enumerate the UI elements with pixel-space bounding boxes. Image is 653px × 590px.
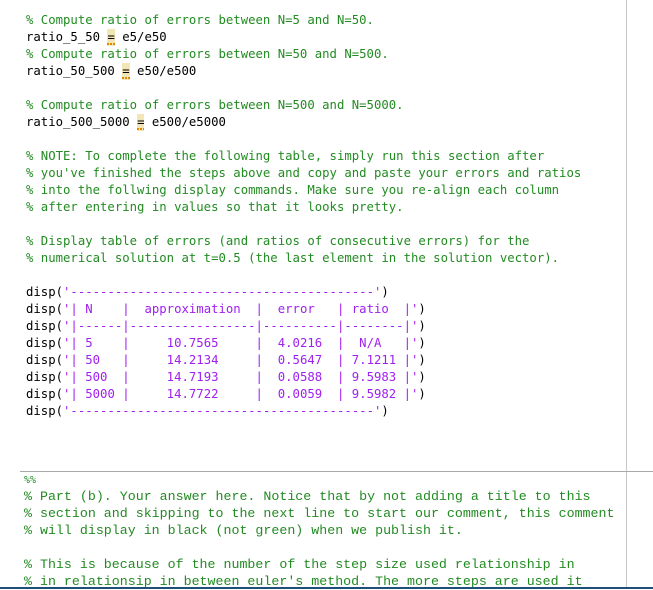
right-margin-line: [626, 0, 627, 589]
assign-operator-warning[interactable]: =: [107, 29, 116, 46]
function-name: disp(: [26, 302, 64, 316]
string-literal: '---------------------------------------…: [63, 285, 382, 299]
close-paren: ): [418, 302, 426, 316]
code-line-comment[interactable]: % Compute ratio of errors between N=500 …: [26, 97, 404, 114]
section-marker[interactable]: %%: [24, 472, 36, 489]
code-line-comment[interactable]: % Compute ratio of errors between N=5 an…: [26, 12, 374, 29]
code-line-comment[interactable]: % Compute ratio of errors between N=50 a…: [26, 46, 389, 63]
code-line-comment[interactable]: % into the follwing display commands. Ma…: [26, 182, 559, 199]
code-line-comment[interactable]: % This is because of the number of the s…: [24, 556, 575, 573]
function-name: disp(: [26, 387, 64, 401]
string-literal: '| 500 | 14.7193 | 0.0588 | 9.5983 |': [63, 370, 419, 384]
code-line-assign[interactable]: ratio_500_5000 = e500/e5000: [26, 114, 226, 131]
variable-name: ratio_5_50: [26, 30, 108, 44]
close-paren: ): [418, 370, 426, 384]
string-literal: '|------|-----------------|----------|--…: [63, 319, 419, 333]
code-line-disp[interactable]: disp('| N | approximation | error | rati…: [26, 301, 426, 318]
close-paren: ): [418, 353, 426, 367]
code-line-comment[interactable]: % you've finished the steps above and co…: [26, 165, 581, 182]
code-line-disp[interactable]: disp('| 500 | 14.7193 | 0.0588 | 9.5983 …: [26, 369, 426, 386]
function-name: disp(: [26, 370, 64, 384]
code-line-comment[interactable]: % section and skipping to the next line …: [24, 505, 614, 522]
code-line-comment[interactable]: % Display table of errors (and ratios of…: [26, 233, 529, 250]
expression: e5/e50: [114, 30, 167, 44]
code-line-disp[interactable]: disp('| 50 | 14.2134 | 0.5647 | 7.1211 |…: [26, 352, 426, 369]
code-line-disp[interactable]: disp('----------------------------------…: [26, 284, 389, 301]
string-literal: '| 5000 | 14.7722 | 0.0059 | 9.5982 |': [63, 387, 419, 401]
function-name: disp(: [26, 353, 64, 367]
function-name: disp(: [26, 336, 64, 350]
expression: e500/e5000: [144, 115, 226, 129]
code-line-disp[interactable]: disp('| 5 | 10.7565 | 4.0216 | N/A |'): [26, 335, 426, 352]
close-paren: ): [381, 285, 389, 299]
close-paren: ): [418, 336, 426, 350]
string-literal: '| N | approximation | error | ratio |': [63, 302, 419, 316]
assign-operator-warning[interactable]: =: [122, 63, 131, 80]
close-paren: ): [381, 404, 389, 418]
code-line-disp[interactable]: disp('|------|-----------------|--------…: [26, 318, 426, 335]
code-line-assign[interactable]: ratio_5_50 = e5/e50: [26, 29, 167, 46]
code-line-comment[interactable]: % NOTE: To complete the following table,…: [26, 148, 544, 165]
code-line-disp[interactable]: disp('| 5000 | 14.7722 | 0.0059 | 9.5982…: [26, 386, 426, 403]
function-name: disp(: [26, 404, 64, 418]
code-line-comment[interactable]: % Part (b). Your answer here. Notice tha…: [24, 488, 591, 505]
code-line-disp[interactable]: disp('----------------------------------…: [26, 403, 389, 420]
close-paren: ): [418, 319, 426, 333]
variable-name: ratio_50_500: [26, 64, 123, 78]
string-literal: '---------------------------------------…: [63, 404, 382, 418]
code-line-comment[interactable]: % will display in black (not green) when…: [24, 522, 463, 539]
close-paren: ): [418, 387, 426, 401]
function-name: disp(: [26, 285, 64, 299]
function-name: disp(: [26, 319, 64, 333]
code-line-comment[interactable]: % after entering in values so that it lo…: [26, 199, 404, 216]
variable-name: ratio_500_5000: [26, 115, 138, 129]
code-line-assign[interactable]: ratio_50_500 = e50/e500: [26, 63, 196, 80]
string-literal: '| 5 | 10.7565 | 4.0216 | N/A |': [63, 336, 419, 350]
code-editor[interactable]: % Compute ratio of errors between N=5 an…: [0, 0, 653, 589]
assign-operator-warning[interactable]: =: [137, 114, 145, 131]
code-line-comment[interactable]: % numerical solution at t=0.5 (the last …: [26, 250, 559, 267]
string-literal: '| 50 | 14.2134 | 0.5647 | 7.1211 |': [63, 353, 419, 367]
expression: e50/e500: [129, 64, 197, 78]
section-divider: [20, 471, 653, 472]
